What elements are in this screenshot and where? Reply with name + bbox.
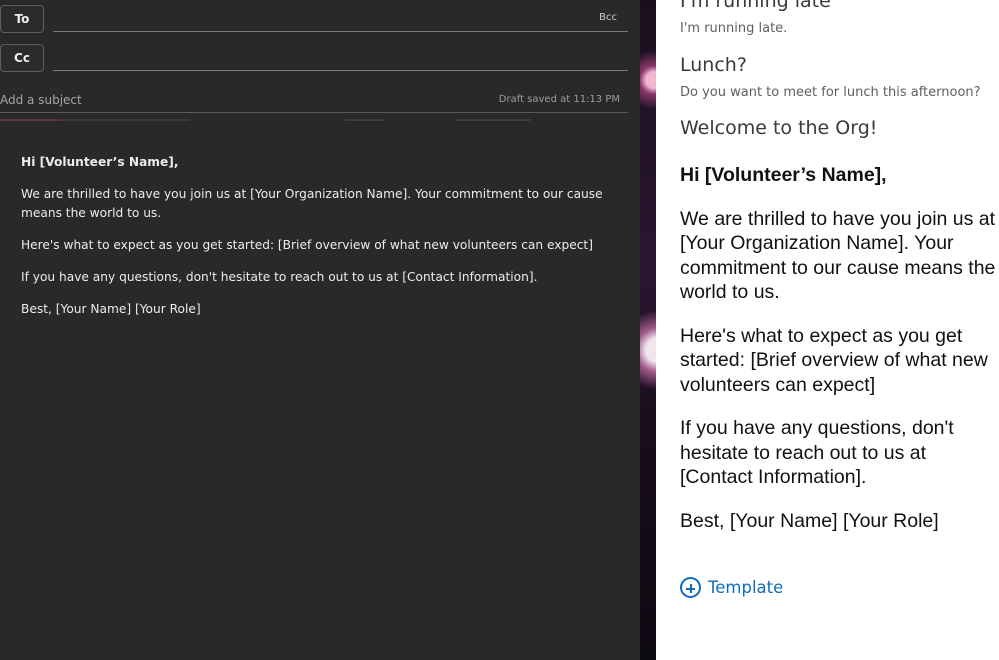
toolbar-edge [0,119,640,121]
add-template-button[interactable]: Template [680,577,783,598]
cc-field-underline [53,70,628,71]
template-preview-running-late[interactable]: I'm running late. [680,21,787,36]
subject-input[interactable] [0,90,500,110]
body-signoff: Best, [Your Name] [Your Role] [21,302,201,316]
message-body[interactable]: Hi [Volunteer’s Name], We are thrilled t… [21,153,621,332]
cc-field[interactable] [56,43,576,69]
bcc-link[interactable]: Bcc [599,12,617,23]
template-paragraph: We are thrilled to have you join us at [… [680,207,996,304]
template-greeting: Hi [Volunteer’s Name], [680,164,887,186]
background-wallpaper [640,0,656,660]
to-field-underline [53,31,628,32]
my-templates-pane: I'm running late I'm running late. Lunch… [656,0,999,660]
cc-button[interactable]: Cc [0,44,44,72]
draft-status: Draft saved at 11:13 PM [498,94,620,105]
body-greeting: Hi [Volunteer’s Name], [21,155,179,169]
to-button[interactable]: To [0,5,44,33]
template-preview-welcome[interactable]: Hi [Volunteer’s Name], We are thrilled t… [680,163,999,552]
template-title-running-late[interactable]: I'm running late [680,0,831,12]
add-template-label: Template [708,578,784,597]
template-paragraph: If you have any questions, don't hesitat… [680,417,954,488]
template-preview-lunch[interactable]: Do you want to meet for lunch this after… [680,85,981,100]
body-paragraph: Here's what to expect as you get started… [21,238,593,252]
compose-pane: To Bcc Cc Draft saved at 11:13 PM Hi [Vo… [0,0,640,660]
template-paragraph: Here's what to expect as you get started… [680,324,988,396]
body-paragraph: If you have any questions, don't hesitat… [21,270,538,284]
to-field[interactable] [56,4,576,30]
add-circle-icon [680,577,701,598]
subject-underline [0,112,628,113]
body-paragraph: We are thrilled to have you join us at [… [21,187,603,220]
template-title-lunch[interactable]: Lunch? [680,54,747,76]
template-title-welcome[interactable]: Welcome to the Org! [680,117,877,139]
template-signoff: Best, [Your Name] [Your Role] [680,509,939,532]
